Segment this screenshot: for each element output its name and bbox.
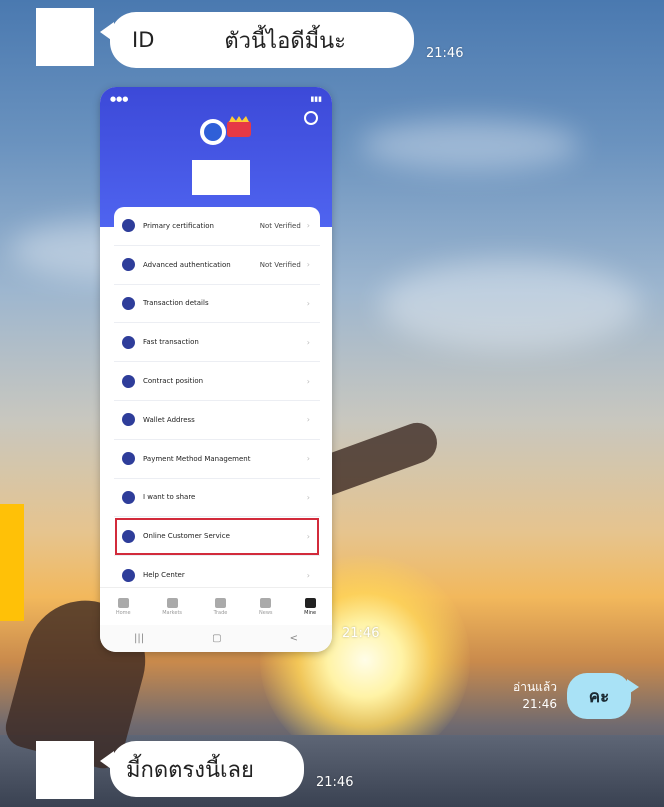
home-icon: [117, 598, 129, 608]
menu-item-online-customer-service[interactable]: Online Customer Service ›: [114, 517, 320, 557]
screenshot-image[interactable]: ●●● ▮▮▮ Primary certification Not Verified…: [100, 87, 332, 652]
username-redacted: [192, 160, 250, 195]
message-time: 21:46: [316, 775, 354, 790]
chat-screen: ID ตัวนี้ไอดีมี้นะ 21:46 ●●● ▮▮▮ Primary …: [0, 0, 664, 807]
account-menu: Primary certification Not Verified › Advan…: [114, 207, 320, 595]
tab-markets[interactable]: Markets: [162, 598, 182, 616]
chevron-right-icon: ›: [306, 570, 310, 580]
image-time: 21:46: [342, 626, 380, 641]
chevron-right-icon: ›: [306, 492, 310, 502]
message-bubble[interactable]: มี้กดตรงนี้เลย: [100, 741, 304, 797]
app-logo: [200, 119, 226, 145]
user-icon: [304, 598, 316, 608]
tab-mine[interactable]: Mine: [304, 598, 316, 616]
customer-service-icon: [122, 529, 135, 543]
cloud: [380, 260, 640, 350]
my-message-text: คะ: [588, 686, 610, 707]
menu-item-payment-method[interactable]: Payment Method Management ›: [114, 440, 320, 479]
menu-item-wallet-address[interactable]: Wallet Address ›: [114, 401, 320, 440]
phone-header: ●●● ▮▮▮: [100, 87, 332, 227]
payment-icon: [122, 452, 135, 466]
home-button[interactable]: ▢: [212, 633, 221, 644]
chevron-right-icon: ›: [306, 531, 310, 541]
message-time: 21:46: [426, 46, 464, 61]
message-text: มี้กดตรงนี้เลย: [126, 757, 254, 783]
menu-item-advanced-authentication[interactable]: Advanced authentication Not Verified ›: [114, 246, 320, 285]
vip-badge-icon: [227, 121, 251, 137]
chevron-right-icon: ›: [306, 298, 310, 308]
fast-transaction-icon: [122, 335, 135, 349]
certification-icon: [122, 219, 135, 233]
tab-home[interactable]: Home: [116, 598, 131, 616]
my-message-bubble[interactable]: คะ: [567, 673, 639, 719]
chevron-right-icon: ›: [306, 221, 310, 231]
cloud: [360, 120, 580, 170]
chevron-right-icon: ›: [306, 260, 310, 270]
trade-icon: [215, 598, 226, 608]
bottom-tab-bar: Home Markets Trade News Mine: [100, 587, 332, 626]
read-receipt: อ่านแล้ว 21:46: [513, 680, 557, 711]
back-button[interactable]: <: [290, 633, 298, 644]
message-text-id: ID: [132, 28, 155, 52]
tab-news[interactable]: News: [259, 598, 273, 616]
accent-bar: [0, 504, 24, 621]
markets-icon: [166, 598, 178, 608]
news-icon: [260, 598, 272, 608]
menu-item-contract-position[interactable]: Contract position ›: [114, 362, 320, 401]
menu-item-primary-certification[interactable]: Primary certification Not Verified ›: [114, 207, 320, 246]
system-nav-bar: ||| ▢ <: [100, 625, 332, 652]
chevron-right-icon: ›: [306, 454, 310, 464]
status-bar: ●●● ▮▮▮: [110, 95, 322, 103]
menu-item-fast-transaction[interactable]: Fast transaction ›: [114, 323, 320, 363]
wallet-icon: [122, 413, 135, 427]
authentication-icon: [122, 258, 135, 272]
menu-item-share[interactable]: I want to share ›: [114, 479, 320, 518]
menu-item-transaction-details[interactable]: Transaction details ›: [114, 285, 320, 324]
tab-trade[interactable]: Trade: [214, 598, 227, 616]
message-bubble[interactable]: ID ตัวนี้ไอดีมี้นะ: [100, 12, 414, 68]
avatar[interactable]: [36, 741, 94, 799]
chevron-right-icon: ›: [306, 415, 310, 425]
avatar[interactable]: [36, 8, 94, 66]
share-icon: [122, 490, 135, 504]
contract-icon: [122, 374, 135, 388]
recents-button[interactable]: |||: [134, 633, 144, 644]
settings-icon[interactable]: [304, 111, 318, 125]
chevron-right-icon: ›: [306, 376, 310, 386]
message-text: ตัวนี้ไอดีมี้นะ: [224, 28, 346, 54]
transaction-icon: [122, 296, 135, 310]
chevron-right-icon: ›: [306, 337, 310, 347]
help-icon: [122, 568, 135, 582]
